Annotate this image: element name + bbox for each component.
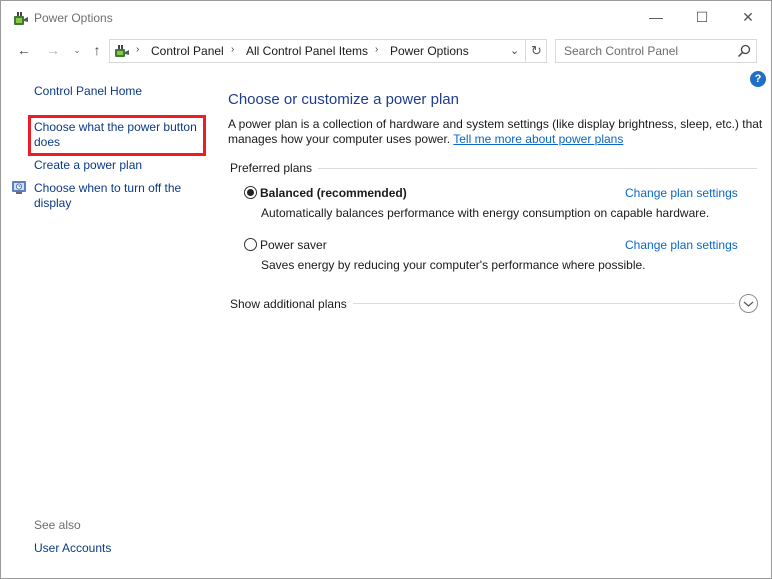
back-arrow-icon[interactable]: ← [14, 40, 34, 60]
section-divider [318, 168, 757, 169]
breadcrumb-power-options[interactable]: Power Options [390, 44, 469, 58]
search-box[interactable] [555, 39, 757, 63]
power-saver-change-settings-link[interactable]: Change plan settings [625, 238, 738, 252]
recent-locations-chevron-icon[interactable]: ⌄ [67, 40, 87, 60]
section-divider [353, 303, 735, 304]
create-power-plan-link[interactable]: Create a power plan [34, 158, 142, 173]
show-additional-plans-label[interactable]: Show additional plans [230, 297, 347, 311]
refresh-icon[interactable]: ↻ [525, 40, 547, 62]
display-off-link[interactable]: Choose when to turn off the display [34, 181, 181, 211]
power-saver-plan-name[interactable]: Power saver [260, 238, 327, 252]
intro-text: A power plan is a collection of hardware… [228, 117, 763, 147]
preferred-plans-heading: Preferred plans [230, 161, 313, 175]
breadcrumb-separator[interactable]: › [375, 44, 378, 55]
power-options-icon [14, 12, 28, 25]
breadcrumb-control-panel[interactable]: Control Panel [151, 44, 224, 58]
forward-arrow-icon[interactable]: → [43, 40, 63, 60]
power-saver-radio[interactable] [244, 238, 257, 251]
balanced-plan-name[interactable]: Balanced (recommended) [260, 186, 407, 200]
balanced-description: Automatically balances performance with … [261, 206, 710, 220]
user-accounts-link[interactable]: User Accounts [34, 541, 111, 556]
page-title: Choose or customize a power plan [228, 91, 459, 108]
window-title: Power Options [34, 11, 113, 25]
breadcrumb-separator: › [136, 44, 140, 55]
title-bar[interactable]: Power Options — ☐ ✕ [1, 1, 771, 35]
maximize-button[interactable]: ☐ [679, 1, 725, 33]
search-input[interactable] [556, 40, 734, 62]
help-icon[interactable]: ? [750, 71, 766, 87]
balanced-change-settings-link[interactable]: Change plan settings [625, 186, 738, 200]
tell-me-more-link[interactable]: Tell me more about power plans [453, 132, 623, 146]
clock-icon [12, 181, 26, 194]
close-button[interactable]: ✕ [725, 1, 771, 33]
balanced-radio[interactable] [244, 186, 257, 199]
up-arrow-icon[interactable]: ↑ [87, 40, 107, 60]
expand-button[interactable] [739, 294, 758, 313]
see-also-heading: See also [34, 518, 81, 532]
address-dropdown-icon[interactable]: ⌄ [510, 44, 519, 57]
breadcrumb-separator[interactable]: › [231, 44, 234, 55]
highlight-box [28, 115, 206, 156]
chevron-down-icon [743, 301, 754, 307]
power-saver-description: Saves energy by reducing your computer's… [261, 258, 646, 272]
power-options-window: Power Options — ☐ ✕ ← → ⌄ ↑ › Control Pa… [0, 0, 772, 579]
breadcrumb-all-items[interactable]: All Control Panel Items [246, 44, 368, 58]
address-bar[interactable]: › Control Panel › All Control Panel Item… [109, 39, 547, 63]
control-panel-icon [115, 45, 129, 57]
search-icon[interactable] [736, 43, 752, 59]
control-panel-home-link[interactable]: Control Panel Home [34, 84, 142, 99]
minimize-button[interactable]: — [633, 1, 679, 33]
